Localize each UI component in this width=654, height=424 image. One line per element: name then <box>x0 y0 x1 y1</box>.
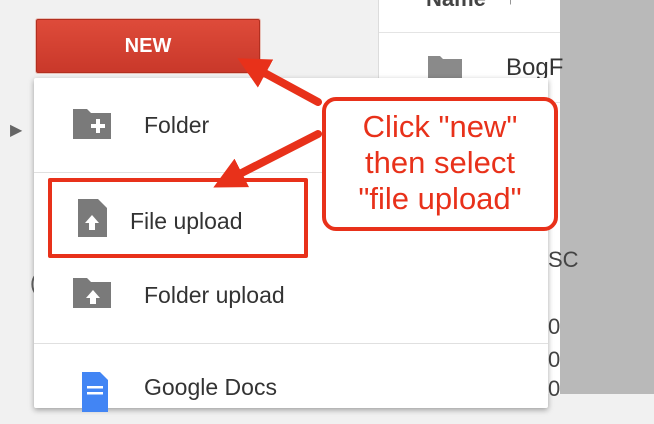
callout-line: then select <box>365 145 515 180</box>
arrow-to-new-button <box>237 58 322 106</box>
callout-line: Click "new" <box>362 109 518 144</box>
arrow-to-file-upload <box>213 130 322 188</box>
instruction-callout: Click "new" then select "file upload" <box>322 97 558 231</box>
callout-line: "file upload" <box>358 181 522 216</box>
